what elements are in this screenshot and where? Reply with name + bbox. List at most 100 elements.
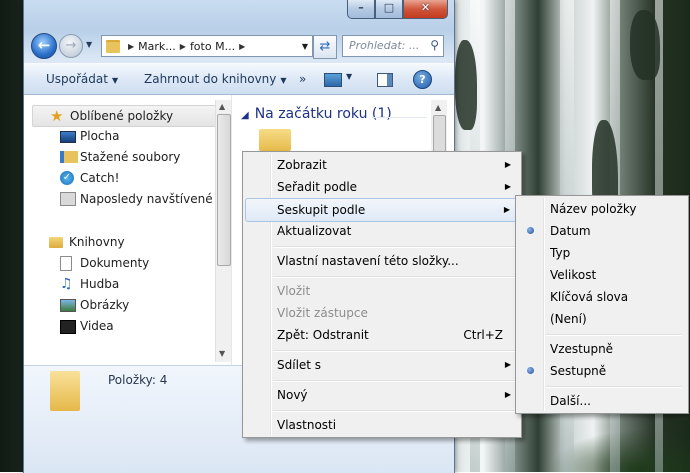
- breadcrumb-separator-icon[interactable]: ▶: [128, 42, 134, 51]
- downloads-icon: [60, 151, 78, 163]
- radio-bullet-icon: [527, 367, 534, 374]
- submenu-arrow-icon: ▶: [504, 160, 511, 169]
- maximize-button[interactable]: □: [375, 0, 403, 19]
- submenu-arrow-icon: ▶: [504, 182, 511, 191]
- submenu-item-type[interactable]: Typ: [518, 242, 686, 264]
- menu-item-customize-folder[interactable]: Vlastní nastavení této složky...: [245, 250, 519, 272]
- include-in-library-button[interactable]: Zahrnout do knihovny ▼: [144, 72, 287, 86]
- submenu-item-descending[interactable]: Sestupně: [518, 360, 686, 382]
- refresh-button[interactable]: ⇄: [313, 35, 337, 59]
- menu-separator: [546, 334, 682, 336]
- help-icon[interactable]: ?: [413, 70, 432, 89]
- nav-item-videos[interactable]: Videa: [24, 316, 214, 336]
- recent-icon: [60, 192, 76, 206]
- back-arrow-icon: ←: [37, 36, 51, 54]
- documents-icon: [60, 256, 72, 271]
- pictures-icon: [60, 299, 76, 312]
- preview-pane-icon[interactable]: [377, 73, 393, 87]
- organize-label: Uspořádat: [46, 72, 108, 86]
- group-divider: [372, 117, 427, 118]
- submenu-item-ascending[interactable]: Vzestupně: [518, 338, 686, 360]
- scroll-up-icon[interactable]: ▲: [219, 102, 225, 111]
- breadcrumb-2[interactable]: foto M...: [190, 40, 235, 53]
- change-view-icon[interactable]: [324, 73, 342, 87]
- command-bar: Uspořádat ▼ Zahrnout do knihovny ▼ » ▼ ?: [24, 63, 454, 95]
- minimize-icon: –: [358, 1, 364, 14]
- menu-separator: [546, 386, 682, 388]
- scroll-up-icon[interactable]: ▲: [435, 103, 441, 112]
- nav-item-desktop[interactable]: Plocha: [24, 126, 214, 146]
- maximize-icon: □: [383, 1, 395, 14]
- folder-icon[interactable]: [259, 129, 291, 151]
- folder-icon: [50, 371, 80, 411]
- menu-item-view[interactable]: Zobrazit ▶: [245, 154, 519, 176]
- breadcrumb-separator-icon[interactable]: ▶: [239, 42, 245, 51]
- chevron-down-icon: ▼: [111, 76, 119, 85]
- nav-item-catch[interactable]: ✓ Catch!: [24, 168, 214, 188]
- address-dropdown-icon[interactable]: ▼: [302, 42, 308, 51]
- close-button[interactable]: ✕: [403, 0, 448, 19]
- close-icon: ✕: [420, 1, 431, 14]
- chevron-down-icon: ▼: [280, 76, 287, 85]
- menu-item-sort-by[interactable]: Seřadit podle ▶: [245, 176, 519, 198]
- shortcut-label: Ctrl+Z: [463, 328, 503, 342]
- menu-item-undo-delete[interactable]: Zpět: Odstranit Ctrl+Z: [245, 324, 519, 346]
- nav-item-music[interactable]: ♫ Hudba: [24, 274, 214, 294]
- breadcrumb-separator-icon[interactable]: ▶: [180, 42, 186, 51]
- context-menu: Zobrazit ▶ Seřadit podle ▶ Seskupit podl…: [242, 151, 522, 438]
- address-bar[interactable]: ▶ Mark... ▶ foto M... ▶ ▼: [101, 35, 313, 57]
- group-header[interactable]: ◢ Na začátku roku (1): [241, 106, 392, 122]
- menu-item-paste: Vložit: [277, 284, 311, 298]
- menu-item-properties[interactable]: Vlastnosti: [245, 414, 519, 436]
- search-icon[interactable]: ⚲: [430, 38, 439, 52]
- catch-icon: ✓: [60, 171, 74, 185]
- nav-scrollbar[interactable]: ▲ ▼: [215, 100, 231, 362]
- scroll-thumb[interactable]: [217, 114, 231, 266]
- star-icon: ★: [50, 107, 64, 125]
- submenu-item-date[interactable]: Datum: [518, 220, 686, 242]
- breadcrumb-1[interactable]: Mark...: [138, 40, 176, 53]
- navigation-bar: ← → ▼ ▶ Mark... ▶ foto M... ▶ ▼ ⇄ Prohle…: [24, 30, 454, 60]
- organize-button[interactable]: Uspořádat ▼: [46, 72, 118, 86]
- forward-button[interactable]: →: [59, 34, 83, 58]
- submenu-item-name[interactable]: Název položky: [518, 198, 686, 220]
- menu-separator: [273, 380, 515, 382]
- nav-item-recent[interactable]: Naposledy navštívené: [24, 189, 214, 209]
- submenu-item-size[interactable]: Velikost: [518, 264, 686, 286]
- nav-item-documents[interactable]: Dokumenty: [24, 253, 214, 273]
- recent-pages-dropdown[interactable]: ▼: [86, 40, 92, 49]
- menu-item-share-with[interactable]: Sdílet s ▶: [245, 354, 519, 376]
- scroll-down-icon[interactable]: ▼: [219, 349, 225, 358]
- menu-item-new[interactable]: Nový ▶: [245, 384, 519, 406]
- submenu-item-none[interactable]: (Není): [518, 308, 686, 330]
- menu-separator: [273, 350, 515, 352]
- view-options-dropdown-icon[interactable]: ▼: [346, 72, 352, 88]
- minimize-button[interactable]: –: [347, 0, 375, 19]
- videos-icon: [60, 320, 76, 334]
- menu-item-group-by[interactable]: Seskupit podle ▶: [245, 198, 519, 222]
- forward-arrow-icon: →: [65, 38, 77, 53]
- refresh-icon: ⇄: [319, 39, 331, 54]
- collapse-chevron-icon[interactable]: ◢: [241, 110, 249, 121]
- music-icon: ♫: [60, 276, 73, 292]
- menu-separator: [273, 246, 515, 248]
- nav-item-downloads[interactable]: Stažené soubory: [24, 147, 214, 167]
- submenu-arrow-icon: ▶: [504, 390, 511, 399]
- folder-icon: [106, 39, 120, 53]
- submenu-item-more[interactable]: Další...: [518, 390, 686, 412]
- nav-favorites-header[interactable]: ★ Oblíbené položky: [32, 105, 216, 127]
- nav-libraries-header[interactable]: Knihovny: [24, 232, 214, 252]
- navigation-pane: ★ Oblíbené položky Plocha Stažené soubor…: [24, 95, 232, 365]
- libraries-icon: [49, 237, 63, 248]
- desktop-icon: [60, 131, 76, 143]
- caption-buttons: – □ ✕: [347, 0, 448, 19]
- nav-item-pictures[interactable]: Obrázky: [24, 295, 214, 315]
- submenu-item-keywords[interactable]: Klíčová slova: [518, 286, 686, 308]
- back-button[interactable]: ←: [31, 33, 57, 59]
- menu-item-refresh[interactable]: Aktualizovat: [245, 220, 519, 242]
- more-commands-button[interactable]: »: [299, 72, 306, 86]
- search-input[interactable]: Prohledat: ... ⚲: [342, 35, 444, 57]
- menu-separator: [273, 410, 515, 412]
- submenu-arrow-icon: ▶: [504, 360, 511, 369]
- group-by-submenu: Název položky Datum Typ Velikost Klíčová…: [515, 195, 689, 414]
